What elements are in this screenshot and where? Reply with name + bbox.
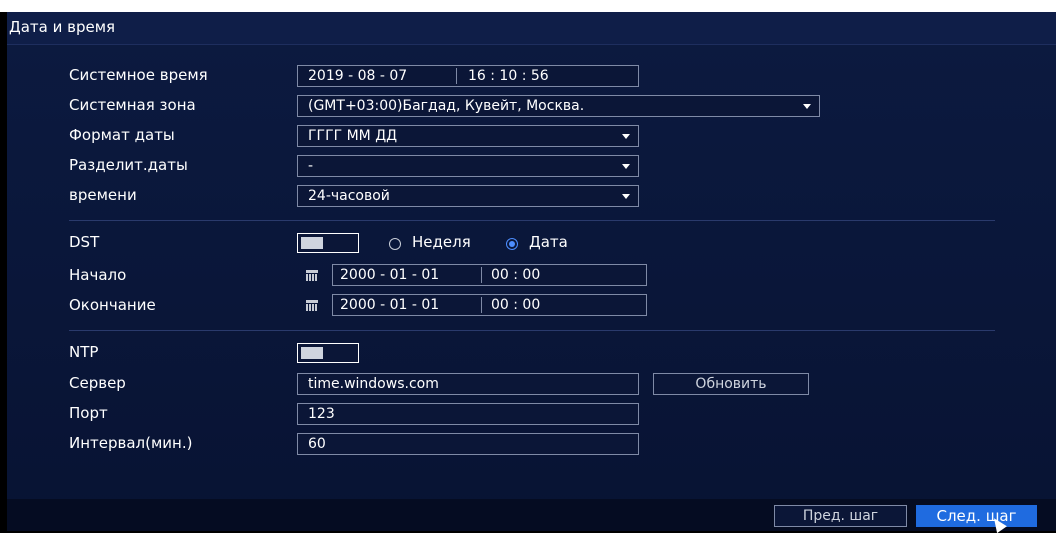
system-zone-value: (GMT+03:00)Багдад, Кувейт, Москва.	[308, 98, 585, 114]
dst-toggle[interactable]	[297, 233, 359, 253]
date-separator-label: Разделит.даты	[69, 156, 188, 174]
interval-value: 60	[308, 436, 326, 452]
system-zone-label: Системная зона	[69, 96, 196, 114]
toggle-knob	[301, 347, 323, 359]
time-format-select[interactable]: 24-часовой	[297, 185, 639, 207]
chevron-down-icon	[803, 104, 811, 109]
time-format-label: времени	[69, 186, 137, 204]
server-input[interactable]: time.windows.com	[297, 373, 639, 395]
dst-start-label: Начало	[69, 266, 127, 284]
next-step-button[interactable]: След. шаг	[916, 505, 1037, 527]
time-format-value: 24-часовой	[308, 188, 390, 204]
calendar-icon[interactable]	[306, 300, 318, 311]
dst-end-time[interactable]: 00 : 00	[491, 295, 540, 315]
dst-start-time[interactable]: 00 : 00	[491, 265, 540, 285]
date-time-window: Дата и время Системное время 2019 - 08 -…	[7, 12, 1056, 533]
section-divider	[69, 220, 995, 221]
date-separator-select[interactable]: -	[297, 155, 639, 177]
dst-date-label: Дата	[529, 233, 568, 251]
port-input[interactable]: 123	[297, 403, 639, 425]
dst-week-radio[interactable]	[389, 238, 401, 250]
update-button[interactable]: Обновить	[653, 373, 809, 395]
chevron-down-icon	[622, 134, 630, 139]
system-time-label: Системное время	[69, 66, 208, 84]
date-format-label: Формат даты	[69, 126, 175, 144]
date-format-value: ГГГГ ММ ДД	[308, 128, 398, 144]
dst-start-date[interactable]: 2000 - 01 - 01	[333, 265, 439, 285]
server-label: Сервер	[69, 374, 126, 392]
toggle-knob	[301, 237, 323, 249]
dst-end-date[interactable]: 2000 - 01 - 01	[333, 295, 439, 315]
server-value: time.windows.com	[308, 376, 439, 392]
dst-end-field[interactable]: 2000 - 01 - 01 00 : 00	[332, 294, 647, 316]
field-divider	[481, 267, 482, 283]
prev-step-button[interactable]: Пред. шаг	[774, 505, 907, 527]
interval-input[interactable]: 60	[297, 433, 639, 455]
ntp-label: NTP	[69, 343, 99, 361]
ntp-toggle[interactable]	[297, 343, 359, 363]
dst-date-radio[interactable]	[506, 238, 518, 250]
port-value: 123	[308, 406, 335, 422]
interval-label: Интервал(мин.)	[69, 434, 193, 452]
system-time-field[interactable]: 2019 - 08 - 07 16 : 10 : 56	[297, 65, 639, 87]
calendar-icon[interactable]	[306, 270, 318, 281]
field-divider	[456, 68, 457, 84]
date-separator-value: -	[308, 158, 314, 174]
system-zone-select[interactable]: (GMT+03:00)Багдад, Кувейт, Москва.	[297, 95, 820, 117]
section-divider	[69, 330, 995, 331]
footer-bar: Пред. шаг След. шаг	[7, 499, 1056, 531]
field-divider	[481, 297, 482, 313]
port-label: Порт	[69, 404, 108, 422]
system-time-clock[interactable]: 16 : 10 : 56	[468, 66, 549, 86]
date-format-select[interactable]: ГГГГ ММ ДД	[297, 125, 639, 147]
dst-label: DST	[69, 233, 100, 251]
dst-week-label: Неделя	[412, 233, 471, 251]
top-strip	[0, 0, 1056, 12]
chevron-down-icon	[622, 164, 630, 169]
title-bar: Дата и время	[7, 12, 1056, 45]
dst-end-label: Окончание	[69, 296, 156, 314]
window-title: Дата и время	[9, 18, 116, 36]
chevron-down-icon	[622, 194, 630, 199]
dst-start-field[interactable]: 2000 - 01 - 01 00 : 00	[332, 264, 647, 286]
system-time-date[interactable]: 2019 - 08 - 07	[301, 66, 407, 86]
